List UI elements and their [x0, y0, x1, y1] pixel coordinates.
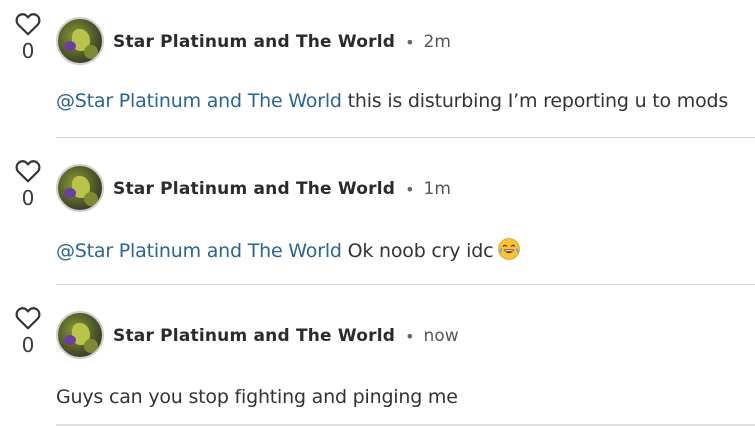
mention-link[interactable]: @Star Platinum and The World — [56, 240, 342, 262]
like-column: 0 — [14, 306, 42, 356]
comment-header: Star Platinum and The World • now — [113, 324, 459, 348]
like-count: 0 — [21, 186, 35, 210]
timestamp: now — [423, 326, 459, 346]
comment-item: 0 Star Platinum and The World • now Guys… — [0, 294, 755, 426]
comment-item: 0 Star Platinum and The World • 2m @Star… — [0, 0, 755, 147]
heart-icon[interactable] — [15, 159, 41, 183]
comment-body: Guys can you stop fighting and pinging m… — [56, 386, 458, 408]
separator-dot: • — [405, 326, 415, 346]
username-link[interactable]: Star Platinum and The World — [113, 326, 395, 346]
comment-body: @Star Platinum and The World this is dis… — [56, 90, 728, 112]
comment-text: this is disturbing I’m reporting u to mo… — [341, 90, 729, 112]
avatar[interactable] — [56, 311, 104, 359]
heart-icon[interactable] — [15, 306, 41, 330]
comment-item: 0 Star Platinum and The World • 1m @Star… — [0, 147, 755, 294]
face-with-tears-of-joy-icon — [498, 238, 521, 260]
divider — [56, 137, 755, 138]
avatar[interactable] — [56, 164, 104, 212]
username-link[interactable]: Star Platinum and The World — [113, 32, 395, 52]
username-link[interactable]: Star Platinum and The World — [113, 179, 395, 199]
mention-link[interactable]: @Star Platinum and The World — [56, 90, 342, 112]
timestamp: 1m — [423, 179, 451, 199]
separator-dot: • — [405, 32, 415, 52]
divider — [56, 284, 755, 285]
timestamp: 2m — [423, 32, 451, 52]
heart-icon[interactable] — [15, 12, 41, 36]
like-column: 0 — [14, 159, 42, 209]
avatar[interactable] — [56, 17, 104, 65]
separator-dot: • — [405, 179, 415, 199]
comment-text: Ok noob cry idc — [341, 240, 494, 262]
like-column: 0 — [14, 12, 42, 62]
comment-header: Star Platinum and The World • 1m — [113, 177, 451, 201]
comment-header: Star Platinum and The World • 2m — [113, 30, 451, 54]
like-count: 0 — [21, 39, 35, 63]
like-count: 0 — [21, 333, 35, 357]
comment-body: @Star Platinum and The World Ok noob cry… — [56, 237, 521, 262]
